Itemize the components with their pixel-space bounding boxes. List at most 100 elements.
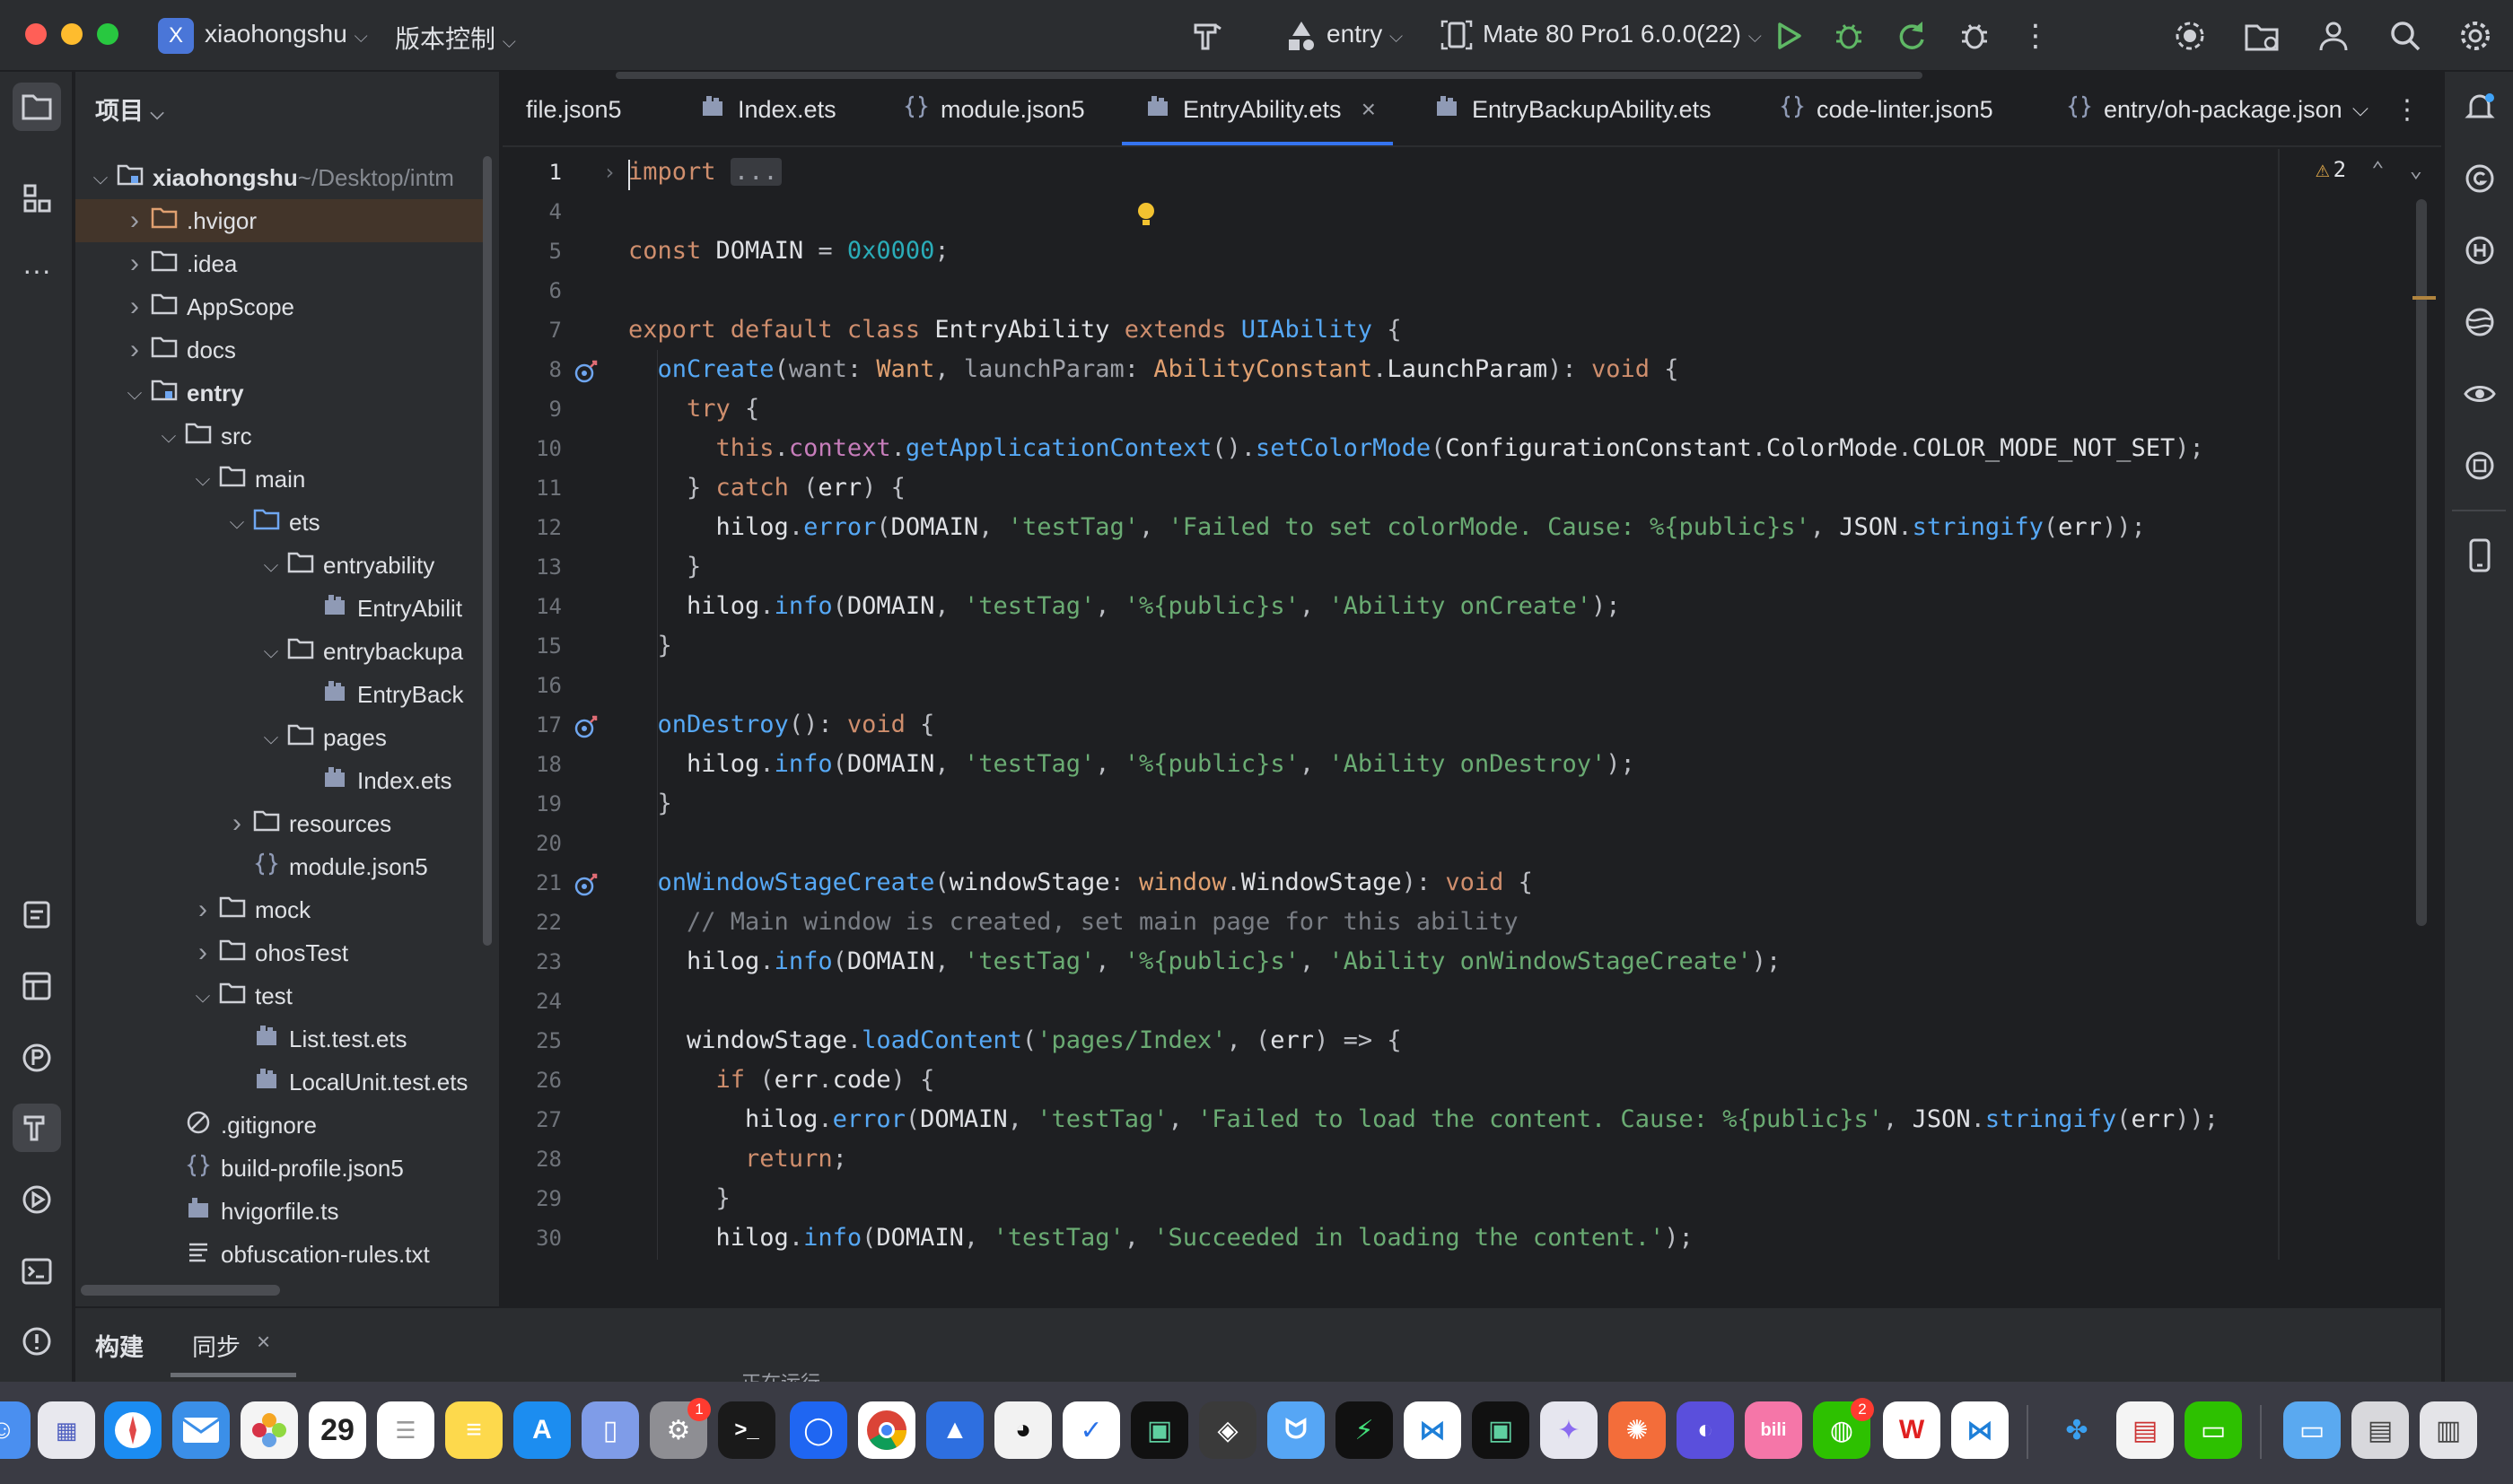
- close-window-button[interactable]: [25, 23, 47, 45]
- tab-scrollbar[interactable]: [616, 72, 1922, 79]
- previous-highlight-icon[interactable]: ⌃: [2371, 157, 2384, 182]
- tree-item-ets[interactable]: ⌵ ets: [75, 501, 485, 544]
- profiler-icon[interactable]: [13, 1034, 61, 1082]
- recent-screenshot-icon[interactable]: ▤: [2351, 1401, 2409, 1459]
- tree-item-docs[interactable]: › docs: [75, 328, 485, 371]
- codegenie-icon[interactable]: [2456, 154, 2504, 203]
- tree-horizontal-scrollbar[interactable]: [81, 1285, 280, 1296]
- apply-changes-icon[interactable]: [1890, 14, 1933, 57]
- reminders-icon[interactable]: ☰: [377, 1401, 434, 1459]
- build-hammer-icon[interactable]: [13, 1104, 61, 1152]
- maximize-window-button[interactable]: [97, 23, 118, 45]
- editor-vertical-scrollbar[interactable]: [2416, 199, 2427, 926]
- chevron-right-icon[interactable]: ›: [122, 292, 147, 322]
- layout-inspector-icon[interactable]: [13, 962, 61, 1010]
- tree-item-pages[interactable]: ⌵ pages: [75, 716, 485, 759]
- iphone-mirroring-icon[interactable]: ▯: [582, 1401, 639, 1459]
- claude-icon[interactable]: ✺: [1608, 1401, 1666, 1459]
- photos-icon[interactable]: [241, 1401, 298, 1459]
- tree-item-idea[interactable]: › .idea: [75, 242, 485, 285]
- tab-entrybackupability-ets[interactable]: EntryBackupAbility.ets: [1434, 72, 1712, 145]
- tree-item-src[interactable]: ⌵ src: [75, 415, 485, 458]
- documents-stack-icon[interactable]: ▥: [2420, 1401, 2477, 1459]
- feishu-icon[interactable]: ✓: [1063, 1401, 1120, 1459]
- tree-item-test[interactable]: ⌵ test: [75, 974, 485, 1017]
- device-file-browser-icon[interactable]: [2456, 298, 2504, 346]
- tree-item-build-profile-json5[interactable]: build-profile.json5: [75, 1147, 485, 1190]
- qq-browser-icon[interactable]: ◯: [790, 1401, 847, 1459]
- project-panel-header[interactable]: 项目 ⌵: [95, 92, 164, 127]
- tree-item-gitignore[interactable]: .gitignore: [75, 1104, 485, 1147]
- more-tools-icon[interactable]: ···: [13, 246, 61, 294]
- safari-compass-icon[interactable]: [104, 1401, 162, 1459]
- tree-item-entryabilit[interactable]: EntryAbilit: [75, 587, 485, 630]
- folder-sync-icon[interactable]: [2240, 14, 2283, 57]
- wps-icon[interactable]: W: [1883, 1401, 1940, 1459]
- tree-item-hvigor[interactable]: › .hvigor: [75, 199, 485, 242]
- tree-item-entry[interactable]: ⌵ entry: [75, 371, 485, 415]
- terminal-icon[interactable]: [13, 1247, 61, 1296]
- tree-item-list-test-ets[interactable]: List.test.ets: [75, 1017, 485, 1061]
- ai-assistant-icon[interactable]: ✦: [1540, 1401, 1598, 1459]
- chevron-down-icon[interactable]: ⌵: [156, 424, 181, 448]
- wechat-devtools-icon[interactable]: ▣: [1472, 1401, 1529, 1459]
- warnings-indicator[interactable]: ⚠ 2 ⌃ ⌄: [2316, 156, 2422, 183]
- tab-file-json5[interactable]: file.json5: [526, 72, 622, 145]
- code-editor[interactable]: 1 › 4 5 6 7 8 9 10 11 12 13 14 15 16 17 18 19 20 21 22 23 24 25…: [503, 149, 2441, 1260]
- debug-icon[interactable]: [1827, 14, 1870, 57]
- todo-icon[interactable]: [13, 890, 61, 938]
- warning-marker[interactable]: [2412, 296, 2436, 300]
- run-icon[interactable]: [1766, 14, 1809, 57]
- codebuddy-icon[interactable]: ◐: [1677, 1401, 1734, 1459]
- tab-more-icon[interactable]: ⋮: [2387, 90, 2427, 129]
- notifications-bell-icon[interactable]: [2456, 83, 2504, 131]
- tree-item-appscope[interactable]: › AppScope: [75, 285, 485, 328]
- tree-item-hvigorfile-ts[interactable]: hvigorfile.ts: [75, 1190, 485, 1233]
- settings-gear-icon[interactable]: [2454, 14, 2497, 57]
- chrome-icon[interactable]: [858, 1401, 915, 1459]
- tree-item-obfuscation-rules-txt[interactable]: obfuscation-rules.txt: [75, 1233, 485, 1276]
- app-analyzer-icon[interactable]: [2456, 441, 2504, 490]
- tab-code-linter-json5[interactable]: code-linter.json5: [1781, 72, 1993, 145]
- calendar-grid-icon[interactable]: ▤: [2116, 1401, 2174, 1459]
- tab-entryability-ets[interactable]: EntryAbility.ets ×: [1145, 72, 1376, 145]
- hammer-icon[interactable]: [1186, 14, 1230, 57]
- notes-icon[interactable]: ≡: [445, 1401, 503, 1459]
- chevron-right-icon[interactable]: ›: [122, 249, 147, 279]
- structure-icon[interactable]: [13, 174, 61, 223]
- tree-item-mock[interactable]: › mock: [75, 888, 485, 931]
- downloads-folder-icon[interactable]: ▭: [2283, 1401, 2341, 1459]
- finder-icon[interactable]: ☺: [0, 1401, 31, 1459]
- problems-icon[interactable]: [13, 1317, 61, 1366]
- account-icon[interactable]: [2312, 14, 2355, 57]
- sync-tab[interactable]: 同步: [192, 1328, 241, 1363]
- calendar-icon[interactable]: 29: [309, 1401, 366, 1459]
- tree-item-xiaohongshu[interactable]: ⌵ xiaohongshu ~/Desktop/intm: [75, 156, 485, 199]
- chevron-down-icon[interactable]: ⌵: [190, 984, 215, 1008]
- tree-item-resources[interactable]: › resources: [75, 802, 485, 845]
- terminal-green-icon[interactable]: ▣: [1131, 1401, 1188, 1459]
- chevron-right-icon[interactable]: ›: [224, 808, 250, 839]
- tab-entry-oh-package-json[interactable]: entry/oh-package.json: [2068, 72, 2342, 145]
- harmony-help-icon[interactable]: [2456, 226, 2504, 275]
- chevron-down-icon[interactable]: ⌵: [190, 467, 215, 491]
- tab-module-json5[interactable]: module.json5: [905, 72, 1085, 145]
- code-area[interactable]: import ... const DOMAIN = 0x0000; export d…: [503, 149, 2387, 1260]
- tree-item-index-ets[interactable]: Index.ets: [75, 759, 485, 802]
- search-icon[interactable]: [2384, 14, 2427, 57]
- tree-item-entryback[interactable]: EntryBack: [75, 673, 485, 716]
- tab-list-chevron-icon[interactable]: ⌵: [2341, 90, 2380, 129]
- tree-item-ohostest[interactable]: › ohosTest: [75, 931, 485, 974]
- run-services-icon[interactable]: [13, 1175, 61, 1224]
- project-selector[interactable]: xiaohongshu ⌵: [205, 20, 368, 48]
- chevron-down-icon[interactable]: ⌵: [122, 381, 147, 405]
- tree-item-entrybackupa[interactable]: ⌵ entrybackupa: [75, 630, 485, 673]
- more-actions-icon[interactable]: ⋮: [2014, 14, 2057, 57]
- pinwheel-app-icon[interactable]: ✤: [2048, 1401, 2106, 1459]
- project-view-folder-icon[interactable]: [13, 83, 61, 131]
- tree-item-module-json5[interactable]: module.json5: [75, 845, 485, 888]
- vscode-blue-icon[interactable]: ⋈: [1951, 1401, 2009, 1459]
- chevron-down-icon[interactable]: ⌵: [258, 554, 284, 577]
- mail-icon[interactable]: [172, 1401, 230, 1459]
- device-mirror-icon[interactable]: [2456, 531, 2504, 580]
